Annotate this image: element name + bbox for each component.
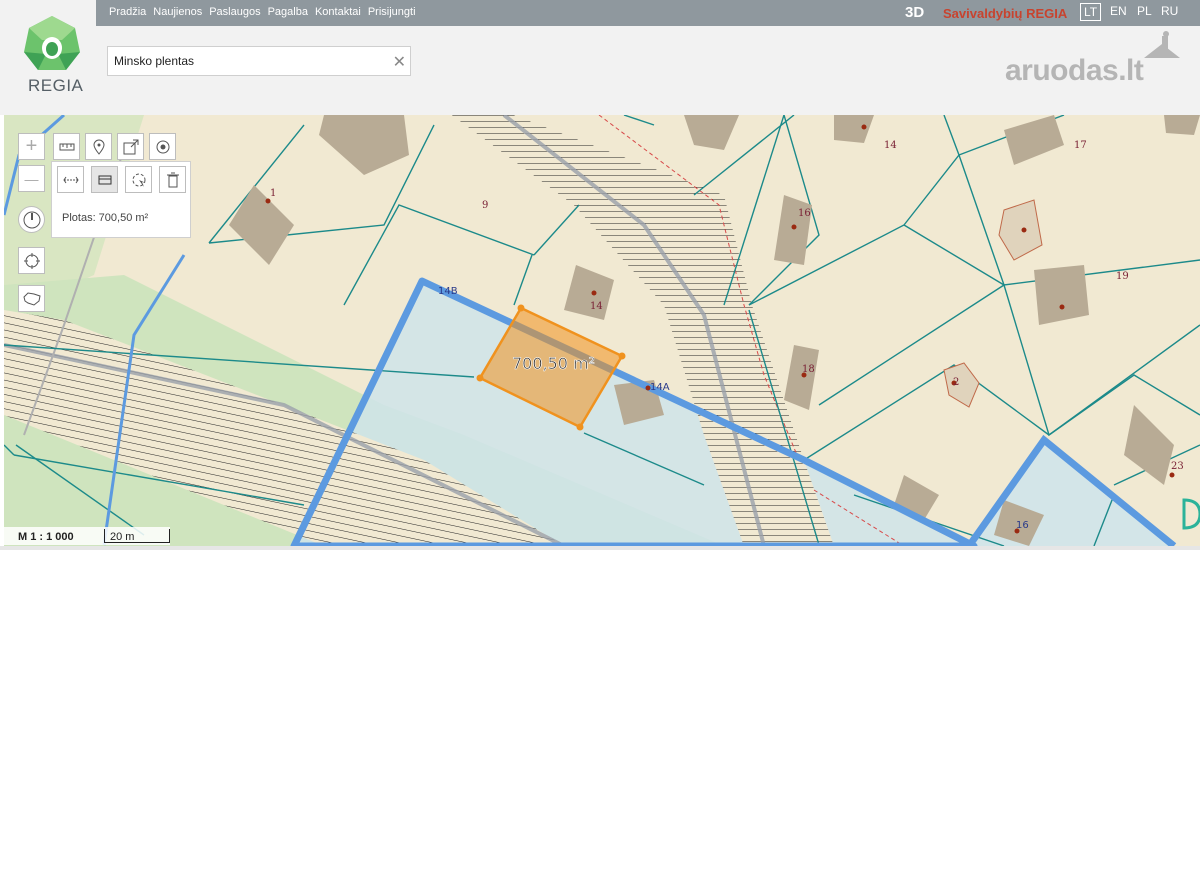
parcel-label: 14B	[438, 286, 458, 297]
parcel-label: 9	[482, 200, 488, 211]
locate-icon[interactable]	[18, 247, 45, 274]
measure-length-icon[interactable]	[57, 166, 84, 193]
nav-item-pradzia[interactable]: Pradžia	[109, 6, 146, 18]
parcel-label: 16	[798, 208, 811, 219]
zoom-out-button[interactable]: —	[18, 165, 45, 192]
close-icon[interactable]: ✕	[393, 52, 406, 72]
house-logo-icon	[1144, 31, 1180, 58]
scale-box: M 1 : 1 000 20 m	[4, 527, 170, 545]
scale-ratio: M 1 : 1 000	[18, 531, 74, 543]
lang-ru[interactable]: RU	[1158, 3, 1181, 21]
brand-link[interactable]: Savivaldybių REGIA	[943, 6, 1067, 21]
search-input[interactable]	[108, 47, 388, 75]
measure-readout: Plotas: 700,50 m²	[62, 212, 149, 224]
map-bottom-border	[0, 546, 1200, 550]
nav-item-naujienos[interactable]: Naujienos	[153, 6, 202, 18]
view-3d-button[interactable]: 3D	[905, 4, 924, 21]
trash-icon[interactable]	[159, 166, 186, 193]
parcel-label: 17	[1074, 140, 1087, 151]
scale-bar-label: 20 m	[110, 531, 135, 543]
corner-logo-icon	[1182, 498, 1200, 530]
cursor-icon[interactable]	[125, 166, 152, 193]
nav-item-prisijungti[interactable]: Prisijungti	[368, 6, 416, 18]
main-nav: Pradžia Naujienos Paslaugos Pagalba Kont…	[109, 6, 423, 18]
ruler-icon[interactable]	[53, 133, 80, 160]
lang-lt[interactable]: LT	[1080, 3, 1102, 21]
parcel-label: 19	[1116, 271, 1129, 282]
zoom-in-button[interactable]: +	[18, 133, 45, 160]
parcel-label: 16	[1016, 520, 1029, 531]
parcel-label: 23	[1171, 461, 1184, 472]
pin-icon[interactable]	[85, 133, 112, 160]
share-icon[interactable]	[117, 133, 144, 160]
parcel-label: 2	[953, 377, 959, 388]
search-box: ✕	[107, 46, 411, 76]
area-label: 700,50 m²	[512, 354, 595, 373]
parcel-label: 14	[590, 301, 603, 312]
partner-logo[interactable]: aruodas.lt	[1005, 54, 1144, 88]
nav-item-pagalba[interactable]: Pagalba	[268, 6, 308, 18]
parcel-label: 14	[884, 140, 897, 151]
lithuania-map-icon[interactable]	[18, 285, 45, 312]
nav-item-kontaktai[interactable]: Kontaktai	[315, 6, 361, 18]
nav-item-paslaugos[interactable]: Paslaugos	[209, 6, 260, 18]
parcel-label: 18	[802, 364, 815, 375]
regia-logo-icon[interactable]	[22, 14, 82, 74]
logo-text: REGIA	[28, 76, 84, 95]
parcel-label: 1	[270, 188, 276, 199]
measure-area-icon[interactable]	[91, 166, 118, 193]
target-icon[interactable]	[149, 133, 176, 160]
lang-en[interactable]: EN	[1107, 3, 1130, 21]
parcel-label: 14A	[650, 382, 670, 393]
compass-icon[interactable]	[18, 206, 45, 233]
lang-pl[interactable]: PL	[1134, 3, 1155, 21]
